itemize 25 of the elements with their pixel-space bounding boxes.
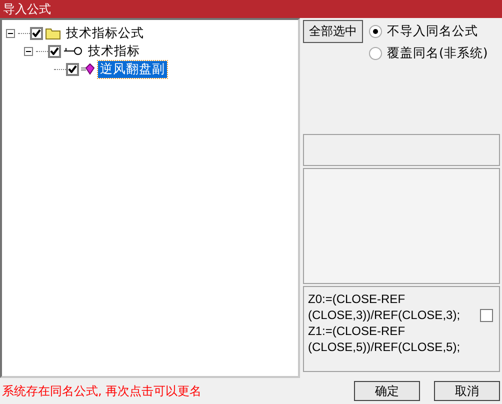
checkbox[interactable] [48, 44, 61, 58]
radio-button[interactable] [369, 25, 382, 38]
tree-item[interactable]: 逆风翻盘副 [98, 60, 167, 78]
dialog-button[interactable]: 取消 [434, 381, 500, 401]
dialog-button[interactable]: 确定 [354, 381, 420, 401]
radio-button[interactable] [369, 47, 382, 60]
checkbox[interactable] [480, 309, 493, 322]
collapse-toggle[interactable] [6, 28, 15, 38]
tree-item[interactable]: 技术指标公式 [64, 24, 146, 42]
collapse-toggle[interactable] [24, 46, 33, 56]
folder-icon [45, 26, 61, 40]
checkbox[interactable] [30, 26, 43, 40]
gem-icon [81, 63, 95, 75]
code-line: (CLOSE,3))/REF(CLOSE,3); [308, 307, 462, 323]
option-label[interactable]: 覆盖同名(非系统) [387, 45, 488, 62]
code-line: Z0:=(CLOSE-REF [308, 291, 406, 307]
checkbox[interactable] [66, 62, 79, 76]
status-message: 系统存在同名公式, 再次点击可以更名 [2, 382, 203, 400]
window-title: 导入公式 [0, 0, 502, 18]
tree-item[interactable]: 技术指标 [86, 42, 142, 60]
option-label[interactable]: 不导入同名公式 [387, 23, 478, 40]
select-all-button[interactable]: 全部选中 [303, 20, 363, 43]
key-icon [63, 46, 83, 56]
code-line: Z1:=(CLOSE-REF [308, 323, 406, 339]
code-line: (CLOSE,5))/REF(CLOSE,5); [308, 339, 462, 355]
